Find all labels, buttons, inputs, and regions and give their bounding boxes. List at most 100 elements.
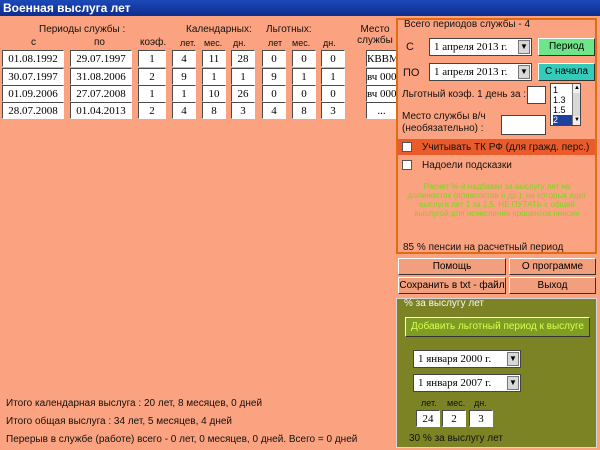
- service-period-panel: Всего периодов службы - 4 С 1 апреля 201…: [396, 18, 597, 254]
- preferential-years-input-row-3[interactable]: [262, 85, 286, 102]
- preferential-months-input-row-4[interactable]: [292, 102, 316, 119]
- preferential-days-input-row-2[interactable]: [321, 68, 345, 85]
- coefficient-option-1[interactable]: 1: [553, 85, 572, 95]
- total-service-summary: Итого общая выслуга : 34 лет, 5 месяцев,…: [6, 416, 232, 427]
- exit-button[interactable]: Выход: [509, 277, 596, 294]
- hints-checkbox-label: Надоели подсказки: [422, 160, 512, 171]
- from-date-input-row-4[interactable]: [2, 102, 64, 119]
- dropdown-arrow-icon[interactable]: ▼: [507, 352, 519, 366]
- from-date-input-row-3[interactable]: [2, 85, 64, 102]
- service-place-input-row-4[interactable]: [366, 102, 397, 119]
- dropdown-arrow-icon[interactable]: ▼: [518, 40, 530, 54]
- coefficient-input-row-3[interactable]: [138, 85, 166, 102]
- coefficient-input-row-1[interactable]: [138, 50, 166, 67]
- calendar-years-input-row-3[interactable]: [172, 85, 196, 102]
- labor-code-checkbox-label: Учитывать ТК РФ (для гражд. перс.): [422, 142, 590, 153]
- to-date-input-row-1[interactable]: [70, 50, 132, 67]
- period-button[interactable]: Период: [538, 38, 595, 56]
- preferential-months-input-row-3[interactable]: [292, 85, 316, 102]
- calendar-service-summary: Итого календарная выслуга : 20 лет, 8 ме…: [6, 398, 263, 409]
- period-to-date-picker[interactable]: 1 апреля 2013 г. ▼: [429, 63, 532, 81]
- preferential-days-input-row-1[interactable]: [321, 50, 345, 67]
- preferential-days-input-row-4[interactable]: [321, 102, 345, 119]
- calendar-days-input-row-1[interactable]: [231, 50, 255, 67]
- bonus-days-label: дн.: [474, 398, 487, 408]
- dropdown-arrow-icon[interactable]: ▼: [507, 376, 519, 390]
- bonus-to-date-value: 1 января 2007 г.: [418, 377, 492, 389]
- calendar-days-input-row-4[interactable]: [231, 102, 255, 119]
- scroll-down-arrow-icon[interactable]: ▼: [573, 116, 580, 125]
- to-column-header: по: [94, 37, 105, 48]
- service-place-input-row-3[interactable]: [366, 85, 397, 102]
- calendar-months-input-row-2[interactable]: [202, 68, 226, 85]
- preferential-header: Льготных:: [266, 24, 312, 35]
- preferential-coefficient-listbox[interactable]: 1 1.3 1.5 2 ▲ ▼: [550, 83, 581, 126]
- coefficient-option-1-3[interactable]: 1.3: [553, 95, 572, 105]
- preferential-years-input-row-2[interactable]: [262, 68, 286, 85]
- unit-place-input[interactable]: [501, 115, 546, 135]
- service-bonus-result: 30 % за выслугу лет: [409, 433, 503, 444]
- preferential-years-input-row-4[interactable]: [262, 102, 286, 119]
- preferential-coefficient-input[interactable]: [527, 86, 546, 104]
- bonus-to-date-picker[interactable]: 1 января 2007 г. ▼: [413, 374, 521, 392]
- about-button[interactable]: О программе: [509, 258, 596, 275]
- hints-checkbox[interactable]: [402, 160, 412, 170]
- place-header-line2: службы: [357, 35, 393, 46]
- service-bonus-title: % за выслугу лет: [404, 298, 484, 309]
- calendar-days-input-row-3[interactable]: [231, 85, 255, 102]
- calendar-years-input-row-1[interactable]: [172, 50, 196, 67]
- preferential-months-input-row-2[interactable]: [292, 68, 316, 85]
- place-header-line1: Место: [360, 24, 390, 35]
- period-to-prefix: ПО: [403, 67, 420, 79]
- coefficient-listbox-scrollbar[interactable]: ▲ ▼: [572, 84, 580, 125]
- from-date-input-row-2[interactable]: [2, 68, 64, 85]
- period-from-date-picker[interactable]: 1 апреля 2013 г. ▼: [429, 38, 532, 56]
- calendar-days-input-row-2[interactable]: [231, 68, 255, 85]
- scroll-up-arrow-icon[interactable]: ▲: [573, 84, 580, 93]
- bonus-years-input[interactable]: [416, 410, 440, 427]
- help-button[interactable]: Помощь: [398, 258, 506, 275]
- periods-header: Периоды службы :: [39, 24, 126, 35]
- bonus-from-date-picker[interactable]: 1 января 2000 г. ▼: [413, 350, 521, 368]
- calendar-days-header: дн.: [233, 38, 246, 48]
- calendar-years-input-row-4[interactable]: [172, 102, 196, 119]
- window-title: Военная выслуга лет: [0, 0, 600, 16]
- preferential-coefficient-label: Льготный коэф. 1 день за :: [402, 89, 527, 100]
- calendar-years-input-row-2[interactable]: [172, 68, 196, 85]
- add-preferential-period-button[interactable]: Добавить льготный период к выслуге: [405, 317, 590, 337]
- save-txt-file-button[interactable]: Сохранить в txt - файл: [398, 277, 506, 294]
- service-place-input-row-1[interactable]: [366, 50, 397, 67]
- bonus-years-label: лет.: [421, 398, 437, 408]
- calendar-header: Календарных:: [186, 24, 252, 35]
- service-break-summary: Перерыв в службе (работе) всего - 0 лет,…: [6, 434, 358, 445]
- preferential-months-header: мес.: [292, 38, 311, 48]
- bonus-days-input[interactable]: [469, 410, 493, 427]
- to-date-input-row-2[interactable]: [70, 68, 132, 85]
- period-to-date-value: 1 апреля 2013 г.: [434, 66, 508, 78]
- pension-percentage-text: 85 % пенсии на расчетный период: [403, 242, 564, 253]
- from-start-button[interactable]: С начала: [538, 63, 595, 81]
- labor-code-checkbox[interactable]: [402, 142, 412, 152]
- dropdown-arrow-icon[interactable]: ▼: [518, 65, 530, 79]
- bonus-months-input[interactable]: [442, 410, 466, 427]
- calendar-months-input-row-4[interactable]: [202, 102, 226, 119]
- preferential-months-input-row-1[interactable]: [292, 50, 316, 67]
- coefficient-input-row-2[interactable]: [138, 68, 166, 85]
- service-place-input-row-2[interactable]: [366, 68, 397, 85]
- to-date-input-row-4[interactable]: [70, 102, 132, 119]
- preferential-years-header: лет: [268, 38, 283, 48]
- from-date-input-row-1[interactable]: [2, 50, 64, 67]
- calendar-months-input-row-1[interactable]: [202, 50, 226, 67]
- preferential-days-header: дн.: [323, 38, 336, 48]
- from-column-header: с: [31, 37, 36, 48]
- preferential-years-input-row-1[interactable]: [262, 50, 286, 67]
- coefficient-option-1-5[interactable]: 1.5: [553, 105, 572, 115]
- coefficient-option-2[interactable]: 2: [553, 115, 572, 125]
- service-bonus-panel: % за выслугу лет Добавить льготный перио…: [396, 298, 597, 448]
- to-date-input-row-3[interactable]: [70, 85, 132, 102]
- calendar-months-header: мес.: [204, 38, 223, 48]
- preferential-days-input-row-3[interactable]: [321, 85, 345, 102]
- bonus-calculation-hint: Расчет %-й надбавки за выслугу лет на до…: [407, 182, 587, 218]
- coefficient-input-row-4[interactable]: [138, 102, 166, 119]
- calendar-months-input-row-3[interactable]: [202, 85, 226, 102]
